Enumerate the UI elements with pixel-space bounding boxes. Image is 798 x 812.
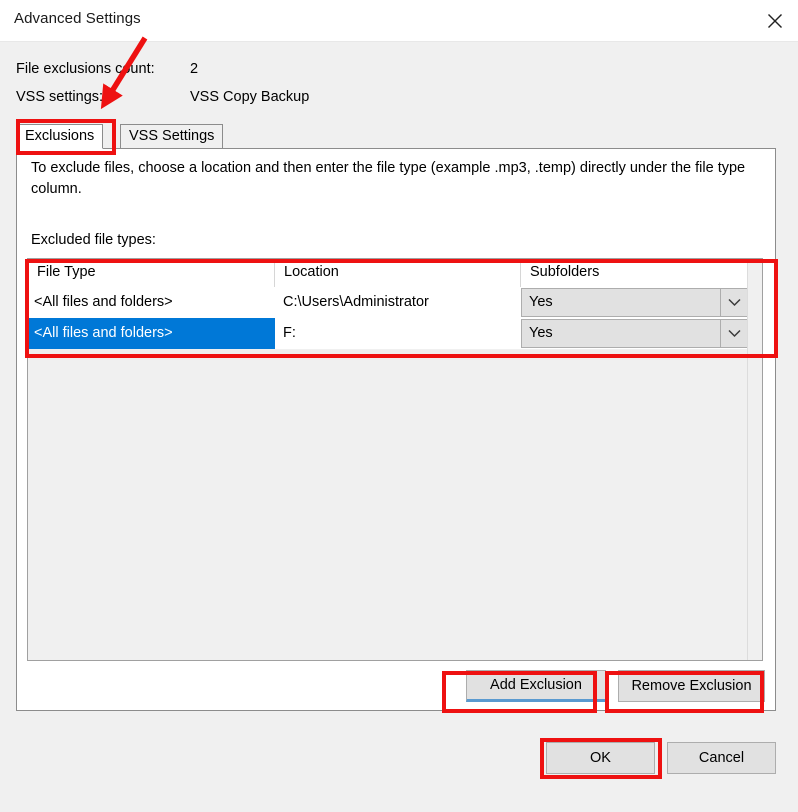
column-header-subfolders[interactable]: Subfolders <box>521 259 750 287</box>
tab-exclusions[interactable]: Exclusions <box>16 124 104 149</box>
cell-subfolders-dropdown[interactable]: Yes <box>521 288 749 317</box>
cell-subfolders-value: Yes <box>529 325 553 341</box>
title-bar: Advanced Settings <box>0 0 798 42</box>
exclusions-grid[interactable]: File Type Location Subfolders <All files… <box>27 258 763 661</box>
file-exclusions-count-label: File exclusions count: <box>16 61 155 77</box>
table-row[interactable]: <All files and folders> C:\Users\Adminis… <box>28 287 750 318</box>
chevron-down-icon[interactable] <box>720 289 748 316</box>
add-exclusion-button[interactable]: Add Exclusion <box>466 670 606 702</box>
close-button[interactable] <box>752 0 798 41</box>
vss-settings-label: VSS settings: <box>16 89 104 105</box>
remove-exclusion-button[interactable]: Remove Exclusion <box>618 670 765 702</box>
vss-settings-value: VSS Copy Backup <box>190 89 310 105</box>
exclusions-tab-panel: To exclude files, choose a location and … <box>16 148 776 711</box>
chevron-down-icon[interactable] <box>720 320 748 347</box>
tab-exclusions-label: Exclusions <box>25 128 95 144</box>
cell-location[interactable]: C:\Users\Administrator <box>275 287 521 318</box>
column-header-file-type[interactable]: File Type <box>28 259 275 287</box>
cancel-button[interactable]: Cancel <box>667 742 776 774</box>
tab-strip: Exclusions VSS Settings <box>16 124 776 150</box>
file-exclusions-count-value: 2 <box>190 61 199 77</box>
excluded-file-types-label: Excluded file types: <box>31 232 156 248</box>
cell-location[interactable]: F: <box>275 318 521 349</box>
column-header-location[interactable]: Location <box>275 259 521 287</box>
advanced-settings-dialog: Advanced Settings File exclusions count:… <box>0 0 798 812</box>
ok-button[interactable]: OK <box>546 742 655 774</box>
cell-subfolders-value: Yes <box>529 294 553 310</box>
window-title: Advanced Settings <box>14 10 141 27</box>
panel-description: To exclude files, choose a location and … <box>31 160 746 197</box>
tab-vss-settings-label: VSS Settings <box>129 128 215 144</box>
grid-vertical-scrollbar[interactable] <box>747 259 762 660</box>
cell-file-type[interactable]: <All files and folders> <box>28 287 275 318</box>
grid-header-row: File Type Location Subfolders <box>28 259 762 288</box>
cell-file-type[interactable]: <All files and folders> <box>28 318 275 349</box>
table-row[interactable]: <All files and folders> F: Yes <box>28 318 750 349</box>
tab-vss-settings[interactable]: VSS Settings <box>120 124 224 149</box>
cell-subfolders-dropdown[interactable]: Yes <box>521 319 749 348</box>
